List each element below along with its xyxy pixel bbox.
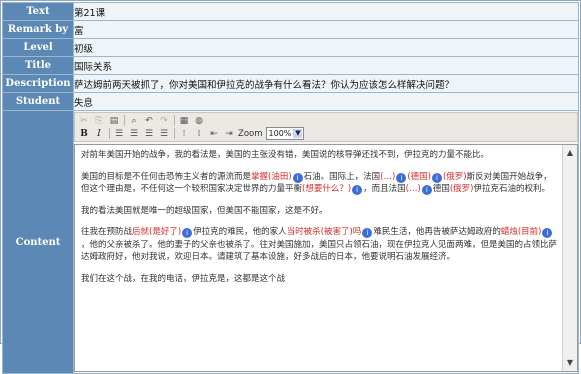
text-run: 伊拉克石油的权利。: [473, 184, 550, 194]
row-content: Content ✂ ⎘ ▤ ⌕ ↶ ↷ ▦ ◍ B I ☰ ☰ ☰ ☰ ⁝ ⁞ …: [2, 110, 579, 374]
row-student: Student 失息: [2, 92, 579, 111]
text-run: 难民生活，他再告被萨达姆政府的: [373, 227, 501, 237]
paragraph-4: 往我在预防战后就(是好了) i 伊拉克的难民，他的家人当时被杀(被害了)吗 i 难民生活…: [81, 226, 557, 264]
find-icon[interactable]: ⌕: [128, 115, 140, 127]
editor-document[interactable]: 对前年美国开始的战争，我的看法是，美国的主张没有错，美国说的核导弹还找不到，伊拉…: [81, 149, 557, 294]
comment-icon[interactable]: i: [431, 172, 442, 183]
copy-icon[interactable]: ⎘: [93, 115, 105, 127]
zoom-value: 100%: [268, 129, 292, 138]
chevron-down-icon: ▼: [293, 129, 303, 138]
label-student: Student: [2, 92, 74, 111]
scroll-down-icon[interactable]: ▼: [563, 357, 577, 369]
table-icon[interactable]: ▦: [178, 115, 190, 127]
align-left-icon[interactable]: ☰: [113, 128, 125, 140]
paste-icon[interactable]: ▤: [108, 115, 120, 127]
scroll-up-icon[interactable]: ▲: [563, 147, 577, 159]
toolbar-row-2: B I ☰ ☰ ☰ ☰ ⁝ ⁞ ⇤ ⇥ Zoom 100% ▼: [78, 127, 305, 140]
rich-text-editor[interactable]: 对前年美国开始的战争，我的看法是，美国的主张没有错，美国说的核导弹还找不到，伊拉…: [74, 144, 578, 372]
paragraph-5: 我们在这个战，在我的电话，伊拉克是，这都是这个战: [81, 273, 286, 284]
outdent-icon[interactable]: ⇤: [208, 128, 220, 140]
correction-text: 掌握(油田): [251, 171, 292, 182]
toolbar-divider: [124, 115, 125, 126]
value-level: 初级: [73, 38, 579, 57]
comment-icon[interactable]: i: [182, 228, 193, 238]
editor-scrollbar[interactable]: ▲ ▼: [562, 145, 577, 371]
value-remark-by: 富: [73, 20, 579, 39]
align-justify-icon[interactable]: ☰: [158, 128, 170, 140]
row-description: Description 萨达姆前两天被抓了，你对美国和伊拉克的战争有什么看法？你…: [2, 74, 579, 93]
editor-toolbar: ✂ ⎘ ▤ ⌕ ↶ ↷ ▦ ◍ B I ☰ ☰ ☰ ☰ ⁝ ⁞ ⇤ ⇥ Zoom…: [74, 112, 578, 142]
toolbar-divider: [109, 128, 110, 139]
correction-text: 当时被杀(被害了)吗: [286, 227, 362, 237]
value-title: 国际关系: [73, 56, 579, 75]
label-content: Content: [2, 110, 74, 374]
text-run: 石油。国际上，法国: [303, 171, 381, 182]
undo-icon[interactable]: ↶: [143, 115, 155, 127]
text-run: 德国: [432, 184, 450, 194]
cut-icon[interactable]: ✂: [78, 115, 90, 127]
row-remark-by: Remark by 富: [2, 20, 579, 39]
toolbar-divider: [174, 115, 175, 126]
comment-icon[interactable]: i: [542, 228, 553, 238]
label-title: Title: [2, 56, 74, 75]
comment-icon[interactable]: i: [292, 172, 303, 183]
text-run: 美国的目标是不任何击恐怖主义者的源流而是: [81, 171, 252, 182]
text-run: 往我在预防战: [81, 227, 133, 237]
label-remark-by: Remark by: [2, 20, 74, 39]
paragraph-2: 美国的目标是不任何击恐怖主义者的源流而是掌握(油田) i 石油。国际上，法国(…) i…: [81, 171, 557, 196]
correction-text: 后就(是好了): [132, 227, 182, 237]
label-text: Text: [2, 2, 74, 21]
paragraph-1: 对前年美国开始的战争，我的看法是，美国的主张没有错，美国说的核导弹还找不到，伊拉…: [81, 150, 490, 160]
numbered-list-icon[interactable]: ⁝: [178, 128, 190, 140]
comment-icon[interactable]: i: [352, 185, 363, 195]
content-editor-cell: ✂ ⎘ ▤ ⌕ ↶ ↷ ▦ ◍ B I ☰ ☰ ☰ ☰ ⁝ ⁞ ⇤ ⇥ Zoom…: [73, 110, 579, 374]
indent-icon[interactable]: ⇥: [223, 128, 235, 140]
correction-text: (想要什么？): [302, 184, 352, 194]
toolbar-row-1: ✂ ⎘ ▤ ⌕ ↶ ↷ ▦ ◍: [78, 114, 208, 127]
comment-icon[interactable]: i: [421, 185, 432, 195]
zoom-label: Zoom: [238, 128, 263, 139]
value-description: 萨达姆前两天被抓了，你对美国和伊拉克的战争有什么看法？你认为应该怎么样解决问题？: [73, 74, 579, 93]
italic-button[interactable]: I: [93, 128, 105, 140]
label-description: Description: [2, 74, 74, 93]
correction-text: 蜡烛: [500, 227, 518, 237]
paragraph-3: 我的看法美国就是唯一的超级国家，但美国不能国家，这是不好。: [81, 205, 328, 216]
row-text: Text 第21课: [2, 2, 579, 21]
correction-text: (德国): [407, 171, 431, 182]
text-run: 伊拉克的难民，他的家人: [193, 227, 287, 237]
label-level: Level: [2, 38, 74, 57]
align-center-icon[interactable]: ☰: [128, 128, 140, 140]
correction-text: (目前): [517, 227, 542, 237]
value-student: 失息: [73, 92, 579, 111]
align-right-icon[interactable]: ☰: [143, 128, 155, 140]
row-level: Level 初级: [2, 38, 579, 57]
comment-icon[interactable]: i: [396, 172, 407, 183]
value-text: 第21课: [73, 2, 579, 21]
text-run: ，而且法国: [363, 184, 406, 194]
comment-icon[interactable]: i: [362, 228, 373, 238]
correction-text: (俄罗): [442, 171, 467, 182]
bullet-list-icon[interactable]: ⁞: [193, 128, 205, 140]
image-icon[interactable]: ◍: [193, 115, 205, 127]
redo-icon[interactable]: ↷: [158, 115, 170, 127]
toolbar-divider: [174, 128, 175, 139]
correction-text: (…): [405, 184, 421, 194]
bold-button[interactable]: B: [78, 128, 90, 140]
zoom-select[interactable]: 100% ▼: [265, 127, 305, 140]
correction-text: (俄罗): [449, 184, 474, 194]
text-run: ，他的父亲被杀了。他的妻子的父亲也被杀了。往对美国施加，美国只占领石油，现在伊拉…: [81, 239, 558, 263]
entry-form: Text 第21课 Remark by 富 Level 初级 Title 国际关…: [2, 2, 579, 374]
row-title: Title 国际关系: [2, 56, 579, 75]
correction-text: (…): [380, 171, 396, 182]
